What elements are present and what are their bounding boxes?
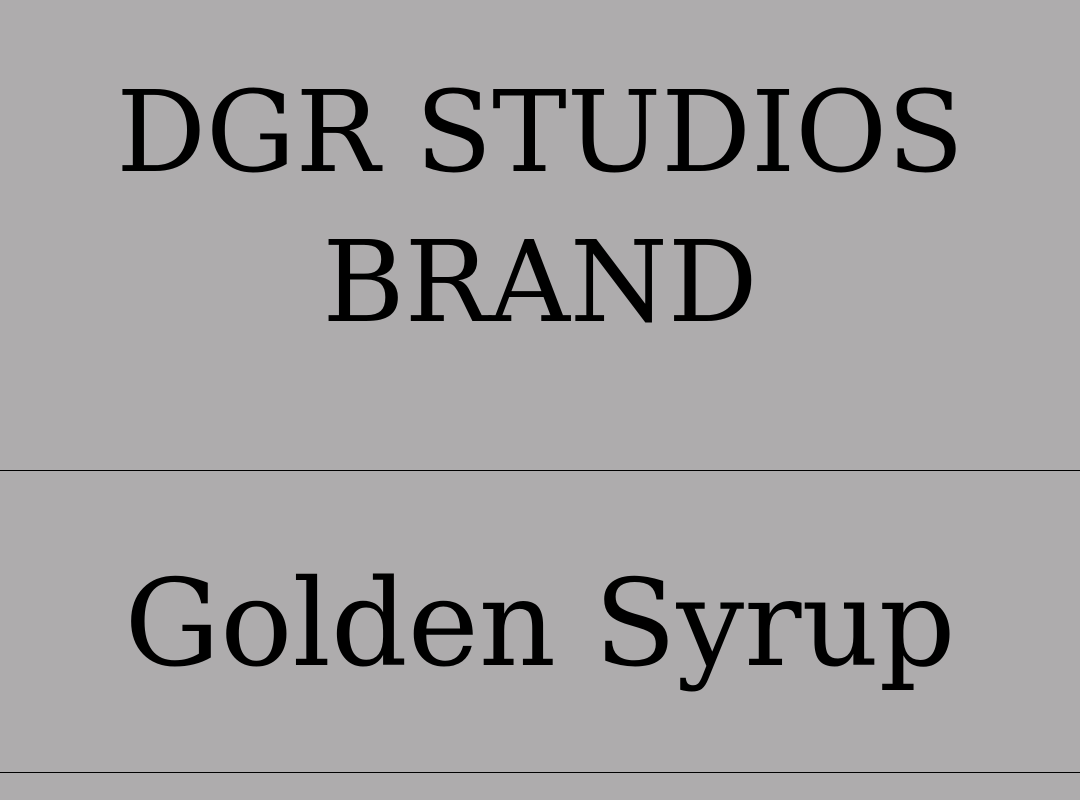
brand-title-line-2: BRAND: [322, 218, 758, 348]
top-divider: [0, 470, 1080, 471]
product-name: Golden Syrup: [124, 555, 956, 694]
brand-title-line-1: DGR STUDIOS: [116, 68, 964, 198]
bottom-divider: [0, 772, 1080, 773]
label-page: { "label": { "brand_line1": "DGR STUDIOS…: [0, 0, 1080, 800]
brand-title: DGR STUDIOS BRAND: [0, 58, 1080, 358]
